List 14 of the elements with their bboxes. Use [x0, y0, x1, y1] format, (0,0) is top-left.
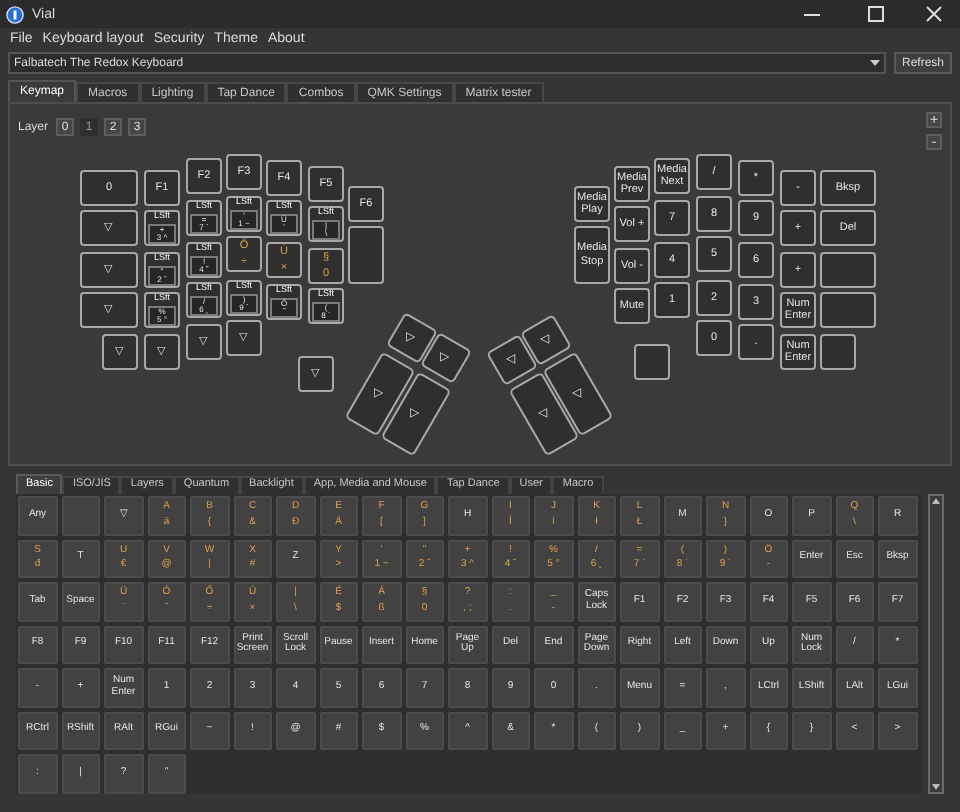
- scrollbar[interactable]: [928, 494, 944, 794]
- close-icon: [926, 6, 942, 22]
- maximize-icon: [868, 6, 884, 22]
- key[interactable]: [820, 292, 876, 328]
- key[interactable]: [820, 334, 856, 370]
- key[interactable]: [634, 344, 670, 380]
- dropdown-caret-icon: [869, 60, 880, 66]
- scroll-down-icon: [932, 784, 941, 790]
- key[interactable]: [820, 252, 876, 288]
- scroll-up-icon: [932, 498, 941, 504]
- thumb-keys-drawing: [486, 314, 614, 457]
- app-logo-icon: [6, 5, 24, 23]
- key[interactable]: [348, 226, 384, 284]
- minimize-icon: [804, 13, 820, 15]
